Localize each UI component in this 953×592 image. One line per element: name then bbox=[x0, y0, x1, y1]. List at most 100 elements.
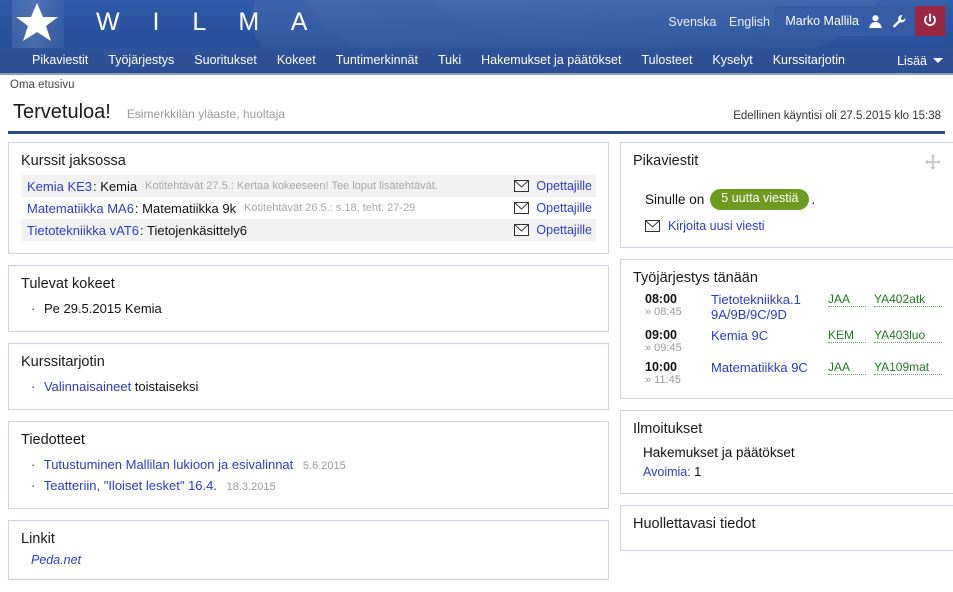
course-row[interactable]: Matematiikka MA6 : Matematiikka 9k Kotit… bbox=[21, 197, 596, 219]
notification-subtitle: Hakemukset ja päätökset bbox=[643, 444, 795, 460]
nav-item-suoritukset[interactable]: Suoritukset bbox=[184, 47, 267, 74]
envelope-icon[interactable] bbox=[514, 202, 530, 214]
panel-kurssit-jaksossa: Kurssit jaksossa Kemia KE3 : Kemia Kotit… bbox=[8, 142, 609, 254]
offering-link[interactable]: Valinnaisaineet bbox=[44, 379, 131, 394]
schedule-row: 10:00 » 11:45 Matematiikka 9C JAA YA109m… bbox=[645, 360, 942, 386]
course-name: : Tietojenkäsittely6 bbox=[140, 222, 247, 238]
nav-item-tulosteet[interactable]: Tulosteet bbox=[631, 47, 702, 74]
schedule-start: 10:00 bbox=[645, 359, 677, 374]
schedule-row: 09:00 » 09:45 Kemia 9C KEM YA403luo bbox=[645, 328, 942, 354]
schedule-subject-link[interactable]: Matematiikka 9C bbox=[711, 360, 828, 375]
user-name: Marko Mallila bbox=[785, 14, 859, 28]
nav-item-kokeet[interactable]: Kokeet bbox=[267, 47, 326, 74]
left-column: Kurssit jaksossa Kemia KE3 : Kemia Kotit… bbox=[8, 142, 609, 591]
envelope-icon[interactable] bbox=[514, 224, 530, 236]
schedule-end: » 11:45 bbox=[645, 373, 681, 386]
language-switcher[interactable]: Svenska English bbox=[659, 14, 770, 29]
nav-more-label: Lisää bbox=[897, 53, 927, 68]
panel-title: Huollettavasi tiedot bbox=[633, 515, 756, 532]
panel-title: Linkit bbox=[21, 531, 55, 547]
open-applications-link[interactable]: Avoimia: bbox=[643, 465, 691, 479]
notification-open-row: Avoimia: 1 bbox=[643, 465, 942, 479]
user-menu[interactable]: Marko Mallila bbox=[774, 6, 915, 36]
course-homework: Kotitehtävät 26.5.: s.18, teht. 27-29 bbox=[244, 202, 416, 214]
language-english[interactable]: English bbox=[729, 15, 770, 29]
panel-header: Pikaviestit bbox=[633, 153, 942, 175]
new-messages-badge[interactable]: 5 uutta viestiä bbox=[710, 189, 810, 210]
bulletin-list: Tutustuminen Mallilan lukioon ja esivali… bbox=[21, 454, 596, 496]
open-applications-count: 1 bbox=[694, 464, 702, 479]
wrench-icon[interactable] bbox=[892, 14, 907, 29]
schedule-time: 10:00 » 11:45 bbox=[645, 360, 711, 386]
course-row[interactable]: Kemia KE3 : Kemia Kotitehtävät 27.5.: Ke… bbox=[21, 175, 596, 197]
envelope-icon[interactable] bbox=[514, 180, 530, 192]
compose-message-link[interactable]: Kirjoita uusi viesti bbox=[668, 219, 765, 233]
schedule-teacher-link[interactable]: KEM bbox=[828, 328, 866, 343]
envelope-icon bbox=[645, 219, 660, 232]
right-column: Pikaviestit Sinulle on 5 uutta viestiä . bbox=[620, 142, 953, 562]
schedule-time: 08:00 » 08:45 bbox=[645, 292, 711, 318]
panel-title: Ilmoitukset bbox=[633, 420, 703, 437]
message-prefix: Sinulle on bbox=[645, 191, 705, 207]
teacher-link[interactable]: Opettajille bbox=[536, 223, 592, 237]
panel-title: Pikaviestit bbox=[633, 153, 699, 169]
nav-item-tuntimerkinnat[interactable]: Tuntimerkinnät bbox=[326, 47, 428, 74]
dashboard-content: Kurssit jaksossa Kemia KE3 : Kemia Kotit… bbox=[0, 134, 953, 591]
nav-item-hakemukset-ja-paatokset[interactable]: Hakemukset ja päätökset bbox=[471, 47, 631, 74]
schedule-subject-link[interactable]: Kemia 9C bbox=[711, 328, 828, 343]
bulletin-date: 5.6.2015 bbox=[302, 460, 346, 472]
app-brand: W I L M A bbox=[96, 8, 321, 36]
nav-more-menu[interactable]: Lisää bbox=[897, 54, 943, 68]
schedule-row: 08:00 » 08:45 Tietotekniikka.1 9A/9B/9C/… bbox=[645, 292, 942, 322]
message-suffix: . bbox=[811, 191, 816, 207]
course-row[interactable]: Tietotekniikka vAT6 : Tietojenkäsittely6… bbox=[21, 219, 596, 241]
course-name: : Matematiikka 9k bbox=[134, 200, 237, 216]
language-svenska[interactable]: Svenska bbox=[668, 15, 716, 29]
nav-item-kurssitarjotin[interactable]: Kurssitarjotin bbox=[763, 47, 855, 74]
bulletin-date: 18.3.2015 bbox=[226, 481, 276, 493]
exam-list: Pe 29.5.2015 Kemia bbox=[21, 298, 596, 319]
panel-tiedotteet: Tiedotteet Tutustuminen Mallilan lukioon… bbox=[8, 421, 609, 509]
page-header: Tervetuloa! Esimerkkilän yläaste, huolta… bbox=[8, 97, 945, 134]
teacher-link[interactable]: Opettajille bbox=[536, 201, 592, 215]
schedule-room-link[interactable]: YA403luo bbox=[874, 328, 942, 343]
course-code-link[interactable]: Tietotekniikka vAT6 bbox=[27, 223, 139, 238]
course-homework: Kotitehtävät 27.5.: Kertaa kokeeseen! Te… bbox=[145, 180, 438, 192]
breadcrumb: Oma etusivu bbox=[0, 75, 953, 97]
nav-item-tuki[interactable]: Tuki bbox=[428, 47, 471, 74]
star-icon bbox=[15, 2, 59, 44]
panel-ilmoitukset: Ilmoitukset Hakemukset ja päätökset Avoi… bbox=[620, 409, 953, 494]
bulletin-link[interactable]: Teatteriin, "Iloiset lesket" 16.4. bbox=[44, 478, 217, 493]
compose-message-row[interactable]: Kirjoita uusi viesti bbox=[645, 219, 942, 233]
app-header: W I L M A Svenska English Marko Mallila bbox=[0, 0, 953, 48]
nav-item-tyojarjestys[interactable]: Työjärjestys bbox=[98, 47, 184, 74]
panel-tulevat-kokeet: Tulevat kokeet Pe 29.5.2015 Kemia bbox=[8, 265, 609, 332]
user-icon[interactable] bbox=[868, 14, 883, 29]
schedule-teacher-link[interactable]: JAA bbox=[828, 292, 866, 307]
external-link-pedanet[interactable]: Peda.net bbox=[21, 553, 596, 567]
page-title: Tervetuloa! bbox=[13, 101, 111, 123]
course-code-link[interactable]: Matematiikka MA6 bbox=[27, 201, 134, 216]
nav-item-kyselyt[interactable]: Kyselyt bbox=[702, 47, 762, 74]
schedule-subject-link[interactable]: Tietotekniikka.1 9A/9B/9C/9D bbox=[711, 292, 828, 322]
teacher-link[interactable]: Opettajille bbox=[536, 179, 592, 193]
schedule-time: 09:00 » 09:45 bbox=[645, 328, 711, 354]
bulletin-link[interactable]: Tutustuminen Mallilan lukioon ja esivali… bbox=[44, 457, 294, 472]
logout-button[interactable] bbox=[915, 6, 945, 36]
nav-item-pikaviestit[interactable]: Pikaviestit bbox=[24, 47, 98, 74]
main-navigation: Pikaviestit Työjärjestys Suoritukset Kok… bbox=[0, 48, 953, 75]
power-icon bbox=[924, 13, 936, 26]
course-code-link[interactable]: Kemia KE3 bbox=[27, 179, 92, 194]
schedule-start: 09:00 bbox=[645, 327, 677, 342]
move-icon[interactable] bbox=[924, 153, 942, 171]
schedule-teacher-link[interactable]: JAA bbox=[828, 360, 866, 375]
panel-kurssitarjotin: Kurssitarjotin Valinnaisaineet toistaise… bbox=[8, 343, 609, 410]
page-subtitle: Esimerkkilän yläaste, huoltaja bbox=[126, 107, 285, 121]
exam-text: Pe 29.5.2015 Kemia bbox=[43, 301, 162, 316]
panel-title: Tiedotteet bbox=[21, 432, 85, 448]
schedule-room-link[interactable]: YA109mat bbox=[874, 360, 942, 375]
schedule-end: » 09:45 bbox=[645, 341, 682, 354]
schedule-room-link[interactable]: YA402atk bbox=[874, 292, 942, 307]
offering-list: Valinnaisaineet toistaiseksi bbox=[21, 376, 596, 397]
list-item: Tutustuminen Mallilan lukioon ja esivali… bbox=[31, 454, 596, 475]
